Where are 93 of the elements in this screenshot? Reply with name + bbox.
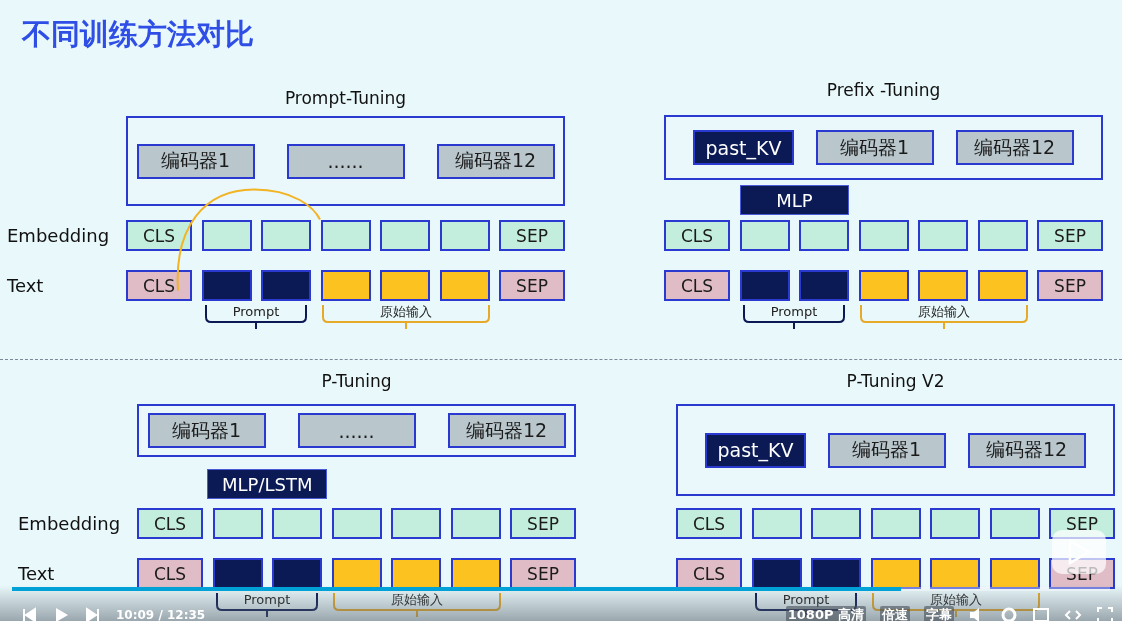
token-box bbox=[977, 220, 1028, 251]
encoder-block: 编码器12 bbox=[955, 130, 1074, 165]
token-box: CLS bbox=[664, 220, 730, 251]
token-box bbox=[811, 508, 861, 539]
token-box bbox=[870, 558, 921, 589]
token-box: CLS bbox=[676, 558, 742, 589]
token-box: SEP bbox=[510, 508, 576, 539]
play-icon[interactable] bbox=[1067, 539, 1091, 565]
encoder-block: 编码器12 bbox=[967, 432, 1086, 468]
token-box bbox=[261, 220, 311, 251]
encoder-block: 编码器1 bbox=[136, 143, 255, 179]
token-box bbox=[977, 270, 1028, 301]
token-box bbox=[272, 508, 322, 539]
token-box bbox=[331, 508, 382, 539]
row-label: Embedding bbox=[18, 513, 121, 534]
bracket: 原始输入 bbox=[333, 593, 501, 617]
row-label: Embedding bbox=[7, 225, 110, 246]
token-box bbox=[380, 270, 430, 301]
token-box: SEP bbox=[499, 270, 565, 301]
token-box bbox=[739, 220, 790, 251]
encoder-block: ...... bbox=[286, 143, 405, 179]
next-icon[interactable] bbox=[84, 606, 102, 621]
slide-title: 不同训练方法对比 bbox=[22, 16, 254, 52]
diagram-title: P-Tuning bbox=[321, 371, 392, 391]
fullscreen-icon[interactable] bbox=[1096, 606, 1114, 621]
token-box bbox=[930, 558, 980, 589]
token-box bbox=[811, 558, 861, 589]
token-box bbox=[212, 508, 263, 539]
token-box bbox=[930, 508, 980, 539]
bracket: Prompt bbox=[743, 305, 845, 329]
token-box bbox=[212, 558, 263, 589]
token-box bbox=[272, 558, 322, 589]
token-box bbox=[918, 270, 968, 301]
speed-button[interactable]: 倍速 bbox=[880, 606, 910, 621]
previous-icon[interactable] bbox=[20, 606, 38, 621]
encoder-block: ...... bbox=[297, 413, 416, 448]
mlp-block: MLP bbox=[740, 185, 849, 215]
encoder-block: 编码器12 bbox=[447, 413, 566, 448]
token-box bbox=[858, 270, 909, 301]
diagram-title: Prompt-Tuning bbox=[284, 88, 407, 108]
bracket: 原始输入 bbox=[322, 305, 490, 329]
token-box bbox=[450, 508, 501, 539]
token-box: SEP bbox=[510, 558, 576, 589]
row-label: Text bbox=[7, 275, 44, 296]
mlp-block: MLP/LSTM bbox=[207, 469, 328, 499]
bracket: 原始输入 bbox=[860, 305, 1028, 329]
token-box bbox=[858, 220, 909, 251]
token-box bbox=[391, 508, 441, 539]
token-box bbox=[380, 220, 430, 251]
token-box bbox=[989, 558, 1040, 589]
prefix-block: past_KV bbox=[705, 432, 806, 468]
token-box bbox=[201, 270, 252, 301]
token-box bbox=[751, 508, 802, 539]
encoder-block: 编码器12 bbox=[436, 143, 555, 179]
token-box bbox=[439, 220, 490, 251]
settings-icon[interactable] bbox=[1000, 606, 1018, 621]
token-box: SEP bbox=[1037, 270, 1103, 301]
token-box: CLS bbox=[664, 270, 730, 301]
window-icon[interactable] bbox=[1032, 606, 1050, 621]
token-box: SEP bbox=[499, 220, 565, 251]
token-box bbox=[201, 220, 252, 251]
token-box bbox=[439, 270, 490, 301]
prefix-block: past_KV bbox=[693, 130, 794, 165]
token-box: CLS bbox=[676, 508, 742, 539]
token-box bbox=[918, 220, 968, 251]
encoder-block: 编码器1 bbox=[827, 432, 946, 468]
token-box bbox=[739, 270, 790, 301]
token-box bbox=[320, 220, 371, 251]
diagram-title: P-Tuning V2 bbox=[846, 371, 945, 391]
token-box bbox=[799, 270, 849, 301]
token-box: SEP bbox=[1037, 220, 1103, 251]
token-box bbox=[261, 270, 311, 301]
subtitles-button[interactable]: 字幕 bbox=[924, 606, 954, 621]
token-box bbox=[450, 558, 501, 589]
encoder-block: 编码器1 bbox=[147, 413, 266, 448]
encoder-block: 编码器1 bbox=[815, 130, 934, 165]
row-label: Text bbox=[18, 563, 55, 584]
token-box bbox=[989, 508, 1040, 539]
token-box bbox=[870, 508, 921, 539]
bracket: Prompt bbox=[205, 305, 307, 329]
token-box bbox=[751, 558, 802, 589]
time-display: 10:09 / 12:35 bbox=[116, 608, 206, 621]
bracket: Prompt bbox=[216, 593, 318, 617]
token-box: CLS bbox=[126, 270, 192, 301]
quality-button[interactable]: 1080P 高清 bbox=[785, 606, 866, 621]
token-box bbox=[320, 270, 371, 301]
token-box: CLS bbox=[137, 558, 203, 589]
diagram-title: Prefix -Tuning bbox=[826, 80, 941, 100]
token-box: CLS bbox=[137, 508, 203, 539]
token-box: CLS bbox=[126, 220, 192, 251]
token-box bbox=[331, 558, 382, 589]
token-box bbox=[391, 558, 441, 589]
token-box bbox=[799, 220, 849, 251]
